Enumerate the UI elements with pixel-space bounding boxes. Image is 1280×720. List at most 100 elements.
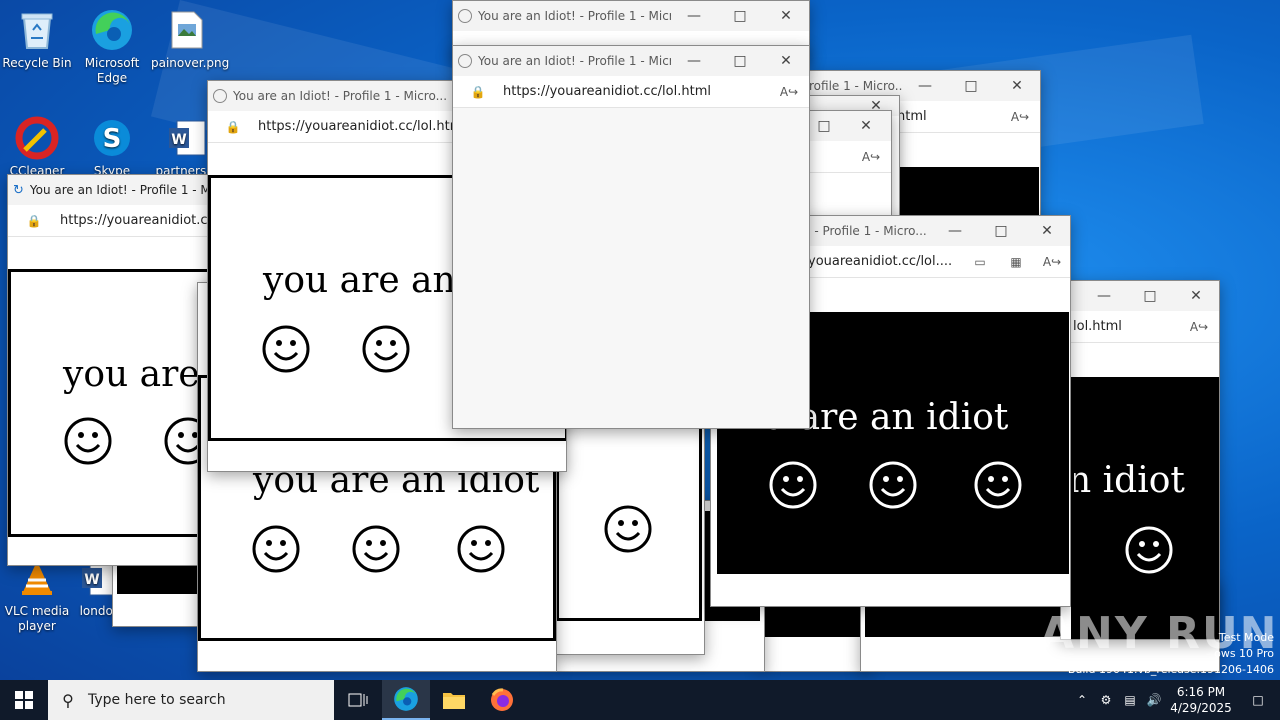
task-view-icon (348, 693, 368, 707)
chevron-up-icon[interactable]: ⌃ (1070, 693, 1094, 707)
close-icon[interactable]: ✕ (1173, 281, 1219, 311)
minimize-icon[interactable]: — (671, 46, 717, 76)
taskbar-firefox-button[interactable] (478, 680, 526, 720)
task-view-button[interactable] (334, 680, 382, 720)
device-icon[interactable]: ▭ (962, 255, 998, 269)
edge-icon (394, 687, 418, 711)
smiley-icon (262, 325, 310, 373)
clock-date: 4/29/2025 (1170, 701, 1232, 715)
idiot-content: n idiot (1071, 377, 1219, 639)
desktop-icon-painover[interactable]: painover.png (151, 8, 230, 71)
smiley-icon (362, 325, 410, 373)
popup-window-active[interactable]: You are an Idiot! - Profile 1 - Micro...… (452, 45, 810, 429)
smiley-icon (252, 525, 300, 573)
smiley-icon (352, 525, 400, 573)
security-icon[interactable]: ⚙ (1094, 693, 1118, 707)
network-icon[interactable]: ▤ (1118, 693, 1142, 707)
lock-icon: 🔒 (225, 119, 241, 134)
svg-text:S: S (103, 124, 122, 154)
maximize-icon[interactable]: □ (717, 46, 763, 76)
taskbar: ⚲ Type here to search ⌃ ⚙ ▤ 🔊 6:16 PM 4/… (0, 680, 1280, 720)
svg-text:W: W (171, 132, 186, 148)
smiley-icon (457, 525, 505, 573)
close-icon[interactable]: ✕ (763, 1, 809, 31)
close-icon[interactable]: ✕ (1024, 216, 1070, 246)
desktop-icon-label: Recycle Bin (2, 56, 72, 70)
desktop-icon-label: painover.png (151, 56, 230, 70)
taskbar-search-box[interactable]: ⚲ Type here to search (48, 680, 334, 720)
taskbar-edge-button[interactable] (382, 680, 430, 720)
desktop-icon-skype[interactable]: S Skype (76, 116, 148, 179)
idiot-message: you are a (63, 354, 217, 395)
read-aloud-icon[interactable]: A↪ (1179, 320, 1219, 334)
desktop-icon-recycle-bin[interactable]: Recycle Bin (1, 8, 73, 71)
address-bar[interactable]: A↪ (809, 141, 891, 173)
clock-time: 6:16 PM (1176, 685, 1226, 699)
maximize-icon[interactable]: □ (978, 216, 1024, 246)
read-aloud-icon[interactable]: A↪ (1034, 255, 1070, 269)
image-file-icon (165, 8, 209, 52)
close-icon[interactable]: ✕ (839, 111, 891, 141)
title-bar[interactable]: ↻ You are an Idiot! - Profile 1 - Micr (8, 175, 216, 205)
windows-logo-icon (15, 691, 33, 709)
read-aloud-icon[interactable]: A↪ (1000, 110, 1040, 124)
window-title: t! - Profile 1 - Micro... (801, 224, 927, 238)
system-tray: ⌃ ⚙ ▤ 🔊 6:16 PM 4/29/2025 □ (1070, 680, 1280, 720)
address-bar[interactable]: 🔒 https://youareanidiot.cc/lol.html A↪ (453, 76, 809, 108)
url-text: lol.html (1073, 319, 1122, 334)
maximize-icon[interactable]: □ (717, 1, 763, 31)
desktop-icon-vlc[interactable]: VLC media player (1, 556, 73, 634)
minimize-icon[interactable]: — (671, 1, 717, 31)
address-bar[interactable]: 🔒 https://youareanidiot.cc/lol.html (8, 205, 216, 237)
maximize-icon[interactable]: □ (948, 71, 994, 101)
firefox-icon (491, 688, 513, 711)
address-bar[interactable]: lol.html A↪ (1061, 311, 1219, 343)
taskbar-file-explorer-button[interactable] (430, 680, 478, 720)
minimize-icon[interactable]: — (932, 216, 978, 246)
smiley-favicon-icon (458, 54, 472, 68)
popup-window[interactable]: — □ ✕ lol.html A↪ n idiot (1060, 280, 1220, 640)
lock-icon: 🔒 (26, 213, 42, 228)
desktop-icon-label: VLC media player (4, 604, 70, 633)
smiley-icon (64, 417, 112, 465)
search-placeholder: Type here to search (88, 692, 226, 708)
maximize-icon[interactable]: □ (809, 111, 839, 141)
build-label: Build 19041.vb_release.191206-1406 (1067, 663, 1274, 676)
desktop-icon-ccleaner[interactable]: CCleaner (1, 116, 73, 179)
desktop-icon-edge[interactable]: Microsoft Edge (76, 8, 148, 86)
windows-edition-label: ows 10 Pro (1214, 647, 1274, 660)
title-bar[interactable]: — □ ✕ (1061, 281, 1219, 311)
desktop-icon-label: Microsoft Edge (84, 56, 140, 85)
read-aloud-icon[interactable]: A↪ (851, 150, 891, 164)
window-title: You are an Idiot! - Profile 1 - Micr (29, 183, 216, 197)
close-icon[interactable]: ✕ (994, 71, 1040, 101)
popup-window[interactable]: □ ✕ A↪ (808, 110, 892, 220)
test-mode-label: Test Mode (1218, 631, 1274, 644)
popup-window[interactable]: ↻ You are an Idiot! - Profile 1 - Micr 🔒… (7, 174, 217, 566)
url-text: https://youareanidiot.cc/lol.html (503, 84, 711, 99)
edge-icon (90, 8, 134, 52)
popup-window[interactable] (555, 420, 705, 655)
notifications-icon[interactable]: □ (1236, 693, 1280, 707)
word-document-icon: W (165, 116, 209, 160)
title-bar[interactable]: You are an Idiot! - Profile 1 - Micro...… (453, 46, 809, 76)
volume-icon[interactable]: 🔊 (1142, 693, 1166, 707)
url-text: https://youareanidiot.cc/lol.html (60, 213, 216, 228)
idiot-content: you are a (8, 269, 217, 537)
minimize-icon[interactable]: — (902, 71, 948, 101)
title-bar[interactable]: □ ✕ (809, 111, 891, 141)
smiley-icon (974, 461, 1022, 509)
minimize-icon[interactable]: — (1081, 281, 1127, 311)
close-icon[interactable]: ✕ (763, 46, 809, 76)
desktop: Recycle Bin Microsoft Edge painover.png … (0, 0, 1280, 680)
smiley-favicon-icon (458, 9, 472, 23)
skype-icon: S (90, 116, 134, 160)
read-aloud-icon[interactable]: A↪ (769, 85, 809, 99)
maximize-icon[interactable]: □ (1127, 281, 1173, 311)
start-button[interactable] (0, 680, 48, 720)
title-bar[interactable]: You are an Idiot! - Profile 1 - Micro...… (453, 1, 809, 31)
url-text: youareanidiot.cc/lol.... (808, 254, 953, 269)
idiot-content (556, 421, 702, 621)
clock[interactable]: 6:16 PM 4/29/2025 (1166, 684, 1236, 716)
apps-icon[interactable]: ▦ (998, 255, 1034, 269)
